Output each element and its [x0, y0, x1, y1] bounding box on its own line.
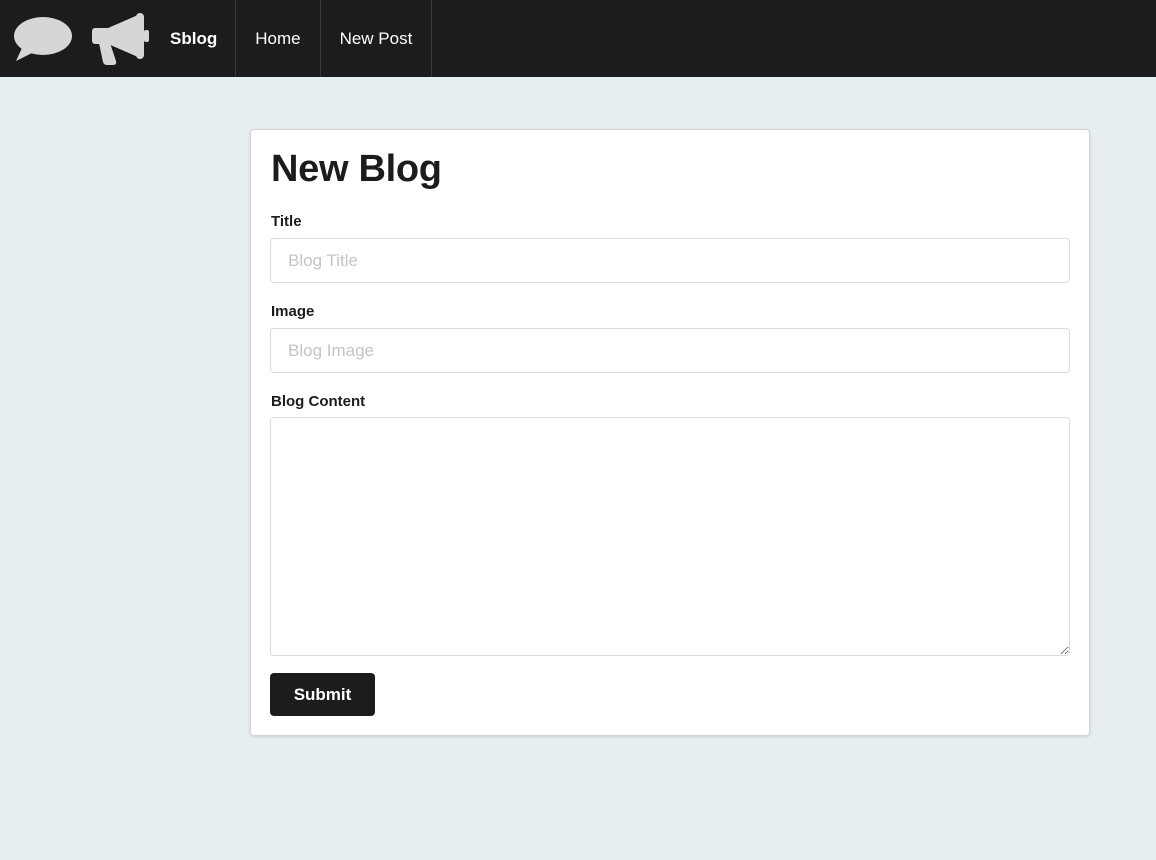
blog-content-textarea[interactable] [270, 417, 1070, 656]
brand-name[interactable]: Sblog [150, 0, 237, 77]
new-blog-form-card: New Blog Title Image Blog Content Submit [250, 129, 1090, 736]
title-input[interactable] [270, 238, 1070, 283]
nav-item-home[interactable]: Home [236, 0, 321, 77]
image-input[interactable] [270, 328, 1070, 373]
image-label: Image [271, 303, 315, 320]
top-navbar: Sblog Home New Post [0, 0, 1156, 77]
nav-item-new-post[interactable]: New Post [321, 0, 433, 77]
chat-bubble-icon [14, 16, 72, 61]
page-title: New Blog [271, 148, 442, 190]
title-label: Title [271, 213, 302, 230]
blog-content-label: Blog Content [271, 393, 366, 410]
megaphone-icon [92, 12, 149, 65]
submit-button[interactable]: Submit [270, 673, 375, 716]
nav-logo-icons [0, 0, 150, 77]
